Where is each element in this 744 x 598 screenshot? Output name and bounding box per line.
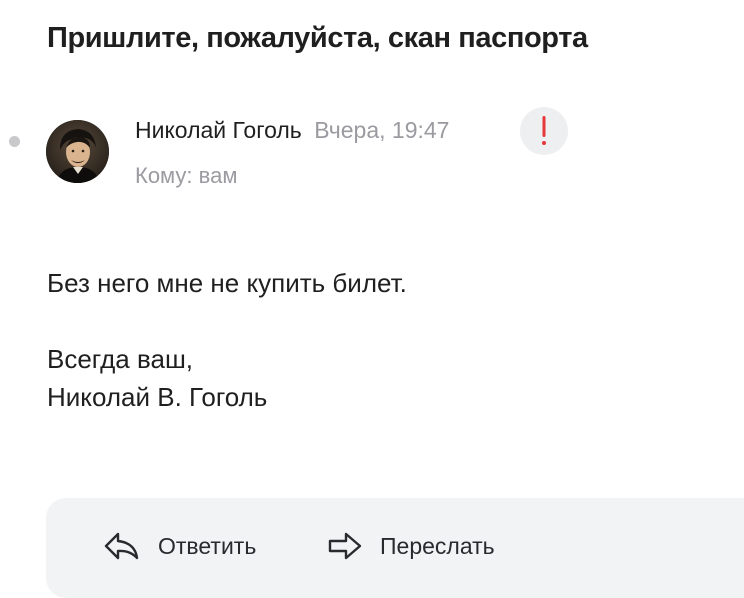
important-flag-button[interactable]	[520, 107, 568, 155]
reply-arrow-icon	[104, 532, 139, 560]
forward-button[interactable]: Переслать	[326, 528, 495, 564]
message-subject: Пришлите, пожалуйста, скан паспорта	[47, 22, 588, 54]
sender-name[interactable]: Николай Гоголь	[135, 117, 302, 143]
sender-avatar[interactable]	[46, 120, 109, 183]
recipient-line: Кому: вам	[135, 163, 238, 188]
reply-button[interactable]: Ответить	[104, 528, 256, 564]
forward-arrow-icon	[328, 532, 362, 560]
unread-indicator[interactable]	[9, 136, 20, 147]
reply-label: Ответить	[158, 532, 257, 559]
forward-label: Переслать	[380, 532, 495, 559]
message-body-line: Всегда ваш,	[47, 344, 194, 374]
sent-time: Вчера, 19:47	[314, 117, 450, 143]
message-action-bar: Ответить Переслать	[46, 498, 744, 598]
message-body-line: Без него мне не купить билет.	[47, 268, 407, 298]
exclamation-icon	[542, 116, 546, 145]
message-body-line: Николай В. Гоголь	[47, 382, 268, 412]
sender-line: Николай Гоголь Вчера, 19:47	[135, 117, 449, 144]
